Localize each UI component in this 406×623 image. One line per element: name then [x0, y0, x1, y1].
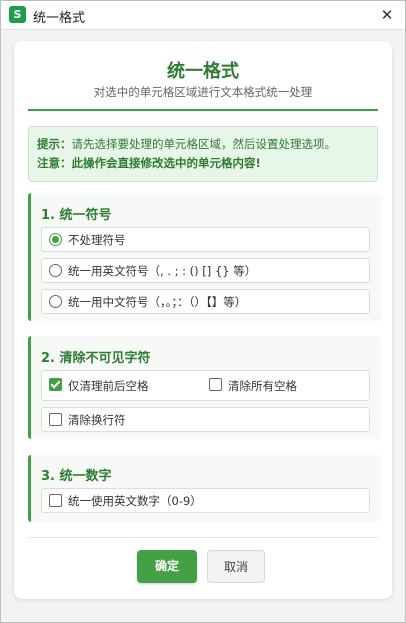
section-symbols: 1. 统一符号 不处理符号 统一用英文符号（, . ; : () [] {} 等… [28, 193, 381, 321]
checkbox-english-digits[interactable] [49, 494, 62, 507]
option-label: 统一用中文符号（，。；：（）【】等） [68, 295, 247, 309]
option-label: 统一用英文符号（, . ; : () [] {} 等） [68, 264, 257, 278]
close-icon[interactable]: ✕ [375, 3, 399, 27]
option-row-spaces: 仅清理前后空格 清除所有空格 [41, 370, 370, 401]
tip-box: 提示：请先选择要处理的单元格区域，然后设置处理选项。 注意：此操作会直接修改选中… [28, 126, 378, 182]
title-bar: S 统一格式 ✕ [1, 1, 405, 30]
tip-text: 请先选择要处理的单元格区域，然后设置处理选项。 [71, 137, 337, 151]
window-title: 统一格式 [33, 11, 86, 26]
dialog-window: S 统一格式 ✕ 统一格式 对选中的单元格区域进行文本格式统一处理 提示：请先选… [0, 0, 406, 623]
dialog-heading: 统一格式 [167, 61, 239, 82]
option-english-digits[interactable]: 统一使用英文数字（0-9） [41, 488, 370, 513]
option-clear-linebreaks[interactable]: 清除换行符 [41, 407, 370, 432]
confirm-button[interactable]: 确定 [137, 550, 197, 583]
warning-text: 此操作会直接修改选中的单元格内容! [71, 156, 261, 170]
warning-label: 注意： [37, 156, 72, 170]
spreadsheet-app-icon: S [9, 6, 26, 23]
dialog-subtitle: 对选中的单元格区域进行文本格式统一处理 [93, 85, 313, 99]
checkbox-clear-linebreaks[interactable] [49, 413, 62, 426]
dialog-card: 统一格式 对选中的单元格区域进行文本格式统一处理 提示：请先选择要处理的单元格区… [14, 41, 392, 599]
option-label: 统一使用英文数字（0-9） [68, 494, 202, 508]
option-trim-spaces[interactable]: 仅清理前后空格 [42, 371, 202, 400]
header-divider [28, 109, 378, 111]
option-label: 清除所有空格 [228, 379, 297, 393]
option-label: 清除换行符 [68, 413, 126, 427]
option-no-symbol-change[interactable]: 不处理符号 [41, 227, 370, 252]
tip-line-2: 注意：此操作会直接修改选中的单元格内容! [37, 155, 261, 171]
cancel-button[interactable]: 取消 [207, 550, 265, 583]
option-label: 不处理符号 [68, 233, 126, 247]
tip-label: 提示： [37, 137, 72, 151]
checkbox-clear-all-spaces[interactable] [209, 378, 222, 391]
option-english-symbols[interactable]: 统一用英文符号（, . ; : () [] {} 等） [41, 258, 370, 283]
radio-english-symbols[interactable] [49, 264, 62, 277]
radio-chinese-symbols[interactable] [49, 295, 62, 308]
section-title-symbols: 1. 统一符号 [41, 208, 112, 223]
section-title-numbers: 3. 统一数字 [41, 469, 112, 484]
option-chinese-symbols[interactable]: 统一用中文符号（，。；：（）【】等） [41, 289, 370, 314]
footer-divider [28, 537, 378, 538]
checkbox-trim-spaces[interactable] [49, 378, 62, 391]
option-clear-all-spaces[interactable]: 清除所有空格 [202, 371, 368, 400]
tip-line-1: 提示：请先选择要处理的单元格区域，然后设置处理选项。 [37, 136, 336, 152]
radio-no-symbol-change[interactable] [49, 233, 62, 246]
section-numbers: 3. 统一数字 统一使用英文数字（0-9） [28, 455, 381, 522]
option-label: 仅清理前后空格 [68, 379, 149, 393]
section-title-invisible-chars: 2. 清除不可见字符 [41, 351, 151, 366]
section-invisible-chars: 2. 清除不可见字符 仅清理前后空格 清除所有空格 清除换行符 [28, 336, 381, 439]
